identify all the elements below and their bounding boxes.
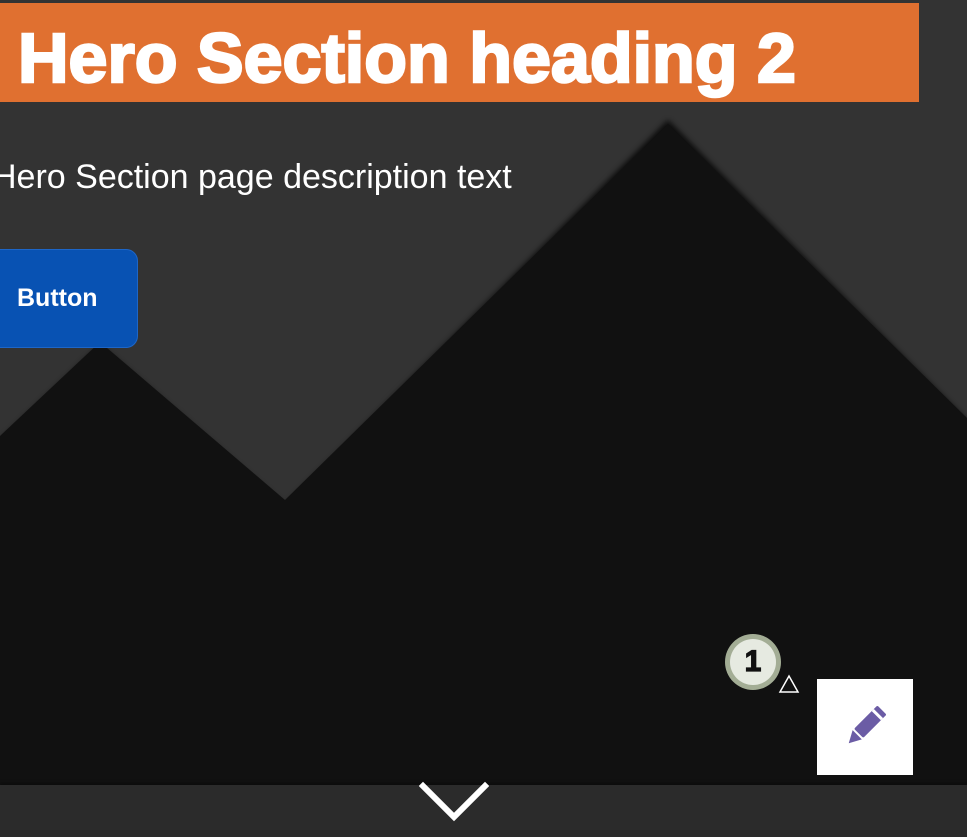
hero-heading: Hero Section heading 2 bbox=[17, 18, 797, 99]
badge-count: 1 bbox=[730, 639, 776, 685]
pencil-icon bbox=[848, 706, 886, 744]
heading-banner: Hero Section heading 2 bbox=[0, 3, 919, 102]
hero-description: Hero Section page description text bbox=[0, 158, 512, 196]
triangle-outline-icon bbox=[778, 674, 800, 693]
edit-button[interactable] bbox=[817, 679, 913, 775]
chevron-down-icon[interactable] bbox=[419, 780, 489, 824]
hero-cta-button[interactable]: Button bbox=[0, 249, 138, 348]
hero-section: Hero Section heading 2 Hero Section page… bbox=[0, 0, 967, 837]
notification-badge[interactable]: 1 bbox=[725, 634, 781, 690]
